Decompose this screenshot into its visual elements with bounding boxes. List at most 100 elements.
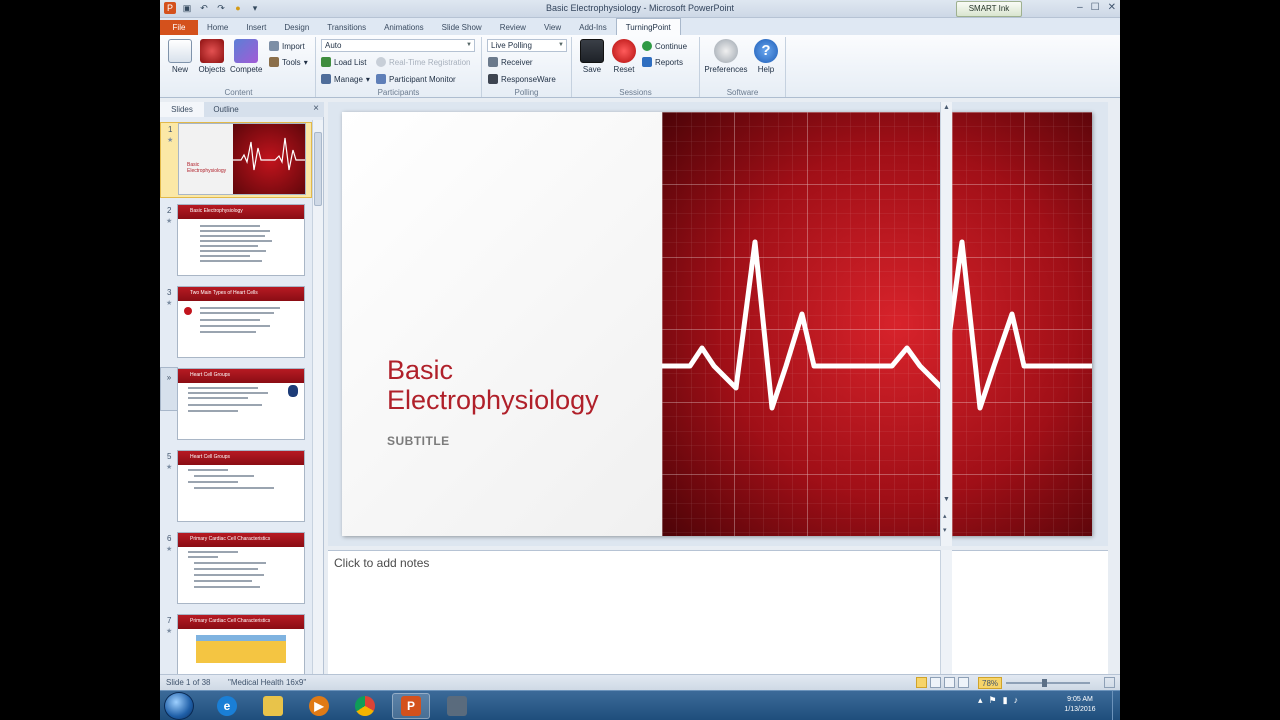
import-button[interactable]: Import [269, 41, 305, 51]
thumbnail-title: Heart Cell Groups [190, 372, 231, 378]
manage-icon [321, 74, 331, 84]
tab-turningpoint[interactable]: TurningPoint [615, 18, 681, 35]
normal-view-icon[interactable] [916, 677, 927, 688]
tab-home[interactable]: Home [198, 20, 237, 35]
slide-thumbnail-5[interactable]: 5 ★ Heart Cell Groups [160, 450, 312, 526]
tab-design[interactable]: Design [275, 20, 318, 35]
tab-review[interactable]: Review [491, 20, 535, 35]
participant-list-dropdown[interactable]: Auto ▼ [321, 39, 475, 52]
tab-file[interactable]: File [160, 20, 198, 35]
scroll-up-icon[interactable]: ▲ [943, 104, 950, 111]
start-button[interactable] [164, 692, 194, 720]
notes-placeholder[interactable]: Click to add notes [334, 556, 429, 570]
tab-slides[interactable]: Slides [160, 102, 204, 117]
tab-transitions[interactable]: Transitions [318, 20, 375, 35]
current-slide[interactable]: Basic Electrophysiology SUBTITLE [342, 112, 1092, 536]
fit-to-window-icon[interactable] [1104, 677, 1115, 688]
scrollbar-thumb[interactable] [314, 132, 322, 206]
close-button[interactable]: ✕ [1108, 2, 1116, 13]
zoom-level[interactable]: 78% [978, 677, 1003, 689]
maximize-button[interactable]: ☐ [1091, 2, 1100, 13]
chevron-down-icon: ▼ [466, 42, 472, 48]
slide-title[interactable]: Basic Electrophysiology [387, 355, 599, 415]
receiver-button[interactable]: Receiver [488, 57, 533, 67]
powerpoint-icon: P [401, 696, 421, 716]
manage-button[interactable]: Manage ▾ [321, 74, 370, 84]
reports-button[interactable]: Reports [642, 57, 683, 67]
internet-explorer-icon: e [217, 696, 237, 716]
notes-pane[interactable]: Click to add notes [328, 550, 1108, 674]
save-session-button[interactable]: Save [576, 39, 608, 74]
polling-mode-dropdown[interactable]: Live Polling ▼ [487, 39, 567, 52]
tools-button[interactable]: Tools ▾ [269, 57, 308, 67]
expand-pane-tab[interactable]: » [160, 367, 178, 411]
zoom-slider-knob[interactable] [1042, 679, 1047, 687]
pane-tabs: Slides Outline × [160, 102, 324, 117]
slides-pane-scrollbar[interactable] [312, 120, 323, 674]
tab-insert[interactable]: Insert [237, 20, 275, 35]
taskbar-powerpoint[interactable]: P [392, 693, 430, 719]
continue-button[interactable]: Continue [642, 41, 687, 51]
slide-thumbnail-6[interactable]: 6 ★ Primary Cardiac Cell Characteristics [160, 532, 312, 608]
new-button[interactable]: New [164, 39, 196, 74]
notes-scrollbar[interactable] [940, 550, 952, 674]
help-button[interactable]: ? Help [750, 39, 782, 74]
tray-expand-icon[interactable]: ▴ [978, 695, 983, 706]
slide-sorter-view-icon[interactable] [930, 677, 941, 688]
group-label-content: Content [224, 88, 253, 97]
thumbnail-title: Heart Cell Groups [190, 454, 231, 460]
tab-view[interactable]: View [535, 20, 570, 35]
tab-outline[interactable]: Outline [204, 102, 248, 117]
slide-subtitle[interactable]: SUBTITLE [387, 434, 450, 448]
taskbar-chrome[interactable] [346, 693, 384, 719]
flag-icon[interactable]: ⚑ [989, 695, 997, 706]
slide-thumbnail-1[interactable]: 1 ★ Basic Electrophysiology [160, 122, 312, 198]
taskbar-file-explorer[interactable] [254, 693, 292, 719]
show-desktop-button[interactable] [1112, 691, 1120, 720]
slide-title-line-2: Electrophysiology [387, 385, 599, 415]
thumbnail-title: Two Main Types of Heart Cells [190, 290, 258, 296]
zoom-slider[interactable] [1006, 679, 1090, 687]
status-bar: Slide 1 of 38 "Medical Health 16x9" 78% [160, 674, 1120, 690]
preferences-button[interactable]: Preferences [704, 39, 748, 74]
taskbar-clock[interactable]: 9:05 AM 1/13/2016 [1050, 695, 1110, 715]
smart-ink-button[interactable]: SMART Ink [956, 1, 1022, 17]
double-chevron-right-icon: » [166, 373, 172, 382]
slide-area-scrollbar[interactable]: ▲ ▼ ▴ ▾ [940, 102, 952, 546]
minimize-button[interactable]: – [1077, 2, 1083, 13]
receiver-icon [488, 57, 498, 67]
thumbnail-title: Basic Electrophysiology [187, 162, 227, 174]
compete-button[interactable]: Compete [230, 39, 262, 74]
reset-session-button[interactable]: Reset [608, 39, 640, 74]
slide-thumbnail-7[interactable]: 7 ★ Primary Cardiac Cell Characteristics [160, 614, 312, 674]
real-time-registration-button[interactable]: Real-Time Registration [376, 57, 471, 67]
slide-show-view-icon[interactable] [958, 677, 969, 688]
tab-add-ins[interactable]: Add-Ins [570, 20, 616, 35]
taskbar-media-player[interactable]: ▶ [300, 693, 338, 719]
slide-counter: Slide 1 of 38 [166, 678, 211, 687]
previous-slide-icon[interactable]: ▴ [943, 512, 947, 520]
new-slide-icon [168, 39, 192, 63]
slide-thumbnail-4[interactable]: 4 ★ Heart Cell Groups [160, 368, 312, 444]
theme-name: "Medical Health 16x9" [228, 678, 307, 687]
close-pane-icon[interactable]: × [313, 103, 319, 114]
scroll-down-icon[interactable]: ▼ [943, 496, 950, 503]
tab-slide-show[interactable]: Slide Show [433, 20, 491, 35]
objects-button[interactable]: Objects [196, 39, 228, 74]
slide-thumbnail-3[interactable]: 3 ★ Two Main Types of Heart Cells [160, 286, 312, 362]
tab-animations[interactable]: Animations [375, 20, 433, 35]
reading-view-icon[interactable] [944, 677, 955, 688]
thumbnail-frame: Heart Cell Groups [177, 368, 305, 440]
volume-icon[interactable]: ♪ [1014, 695, 1019, 706]
next-slide-icon[interactable]: ▾ [943, 526, 947, 534]
thumbnail-frame: Basic Electrophysiology [178, 123, 306, 195]
taskbar-app[interactable] [438, 693, 476, 719]
load-list-icon [321, 57, 331, 67]
load-list-button[interactable]: Load List [321, 57, 366, 67]
participant-monitor-button[interactable]: Participant Monitor [376, 74, 456, 84]
transition-star-icon: ★ [166, 546, 173, 553]
taskbar-internet-explorer[interactable]: e [208, 693, 246, 719]
responseware-button[interactable]: ResponseWare [488, 74, 556, 84]
slide-thumbnail-2[interactable]: 2 ★ Basic Electrophysiology [160, 204, 312, 280]
network-icon[interactable]: ▮ [1003, 695, 1008, 706]
